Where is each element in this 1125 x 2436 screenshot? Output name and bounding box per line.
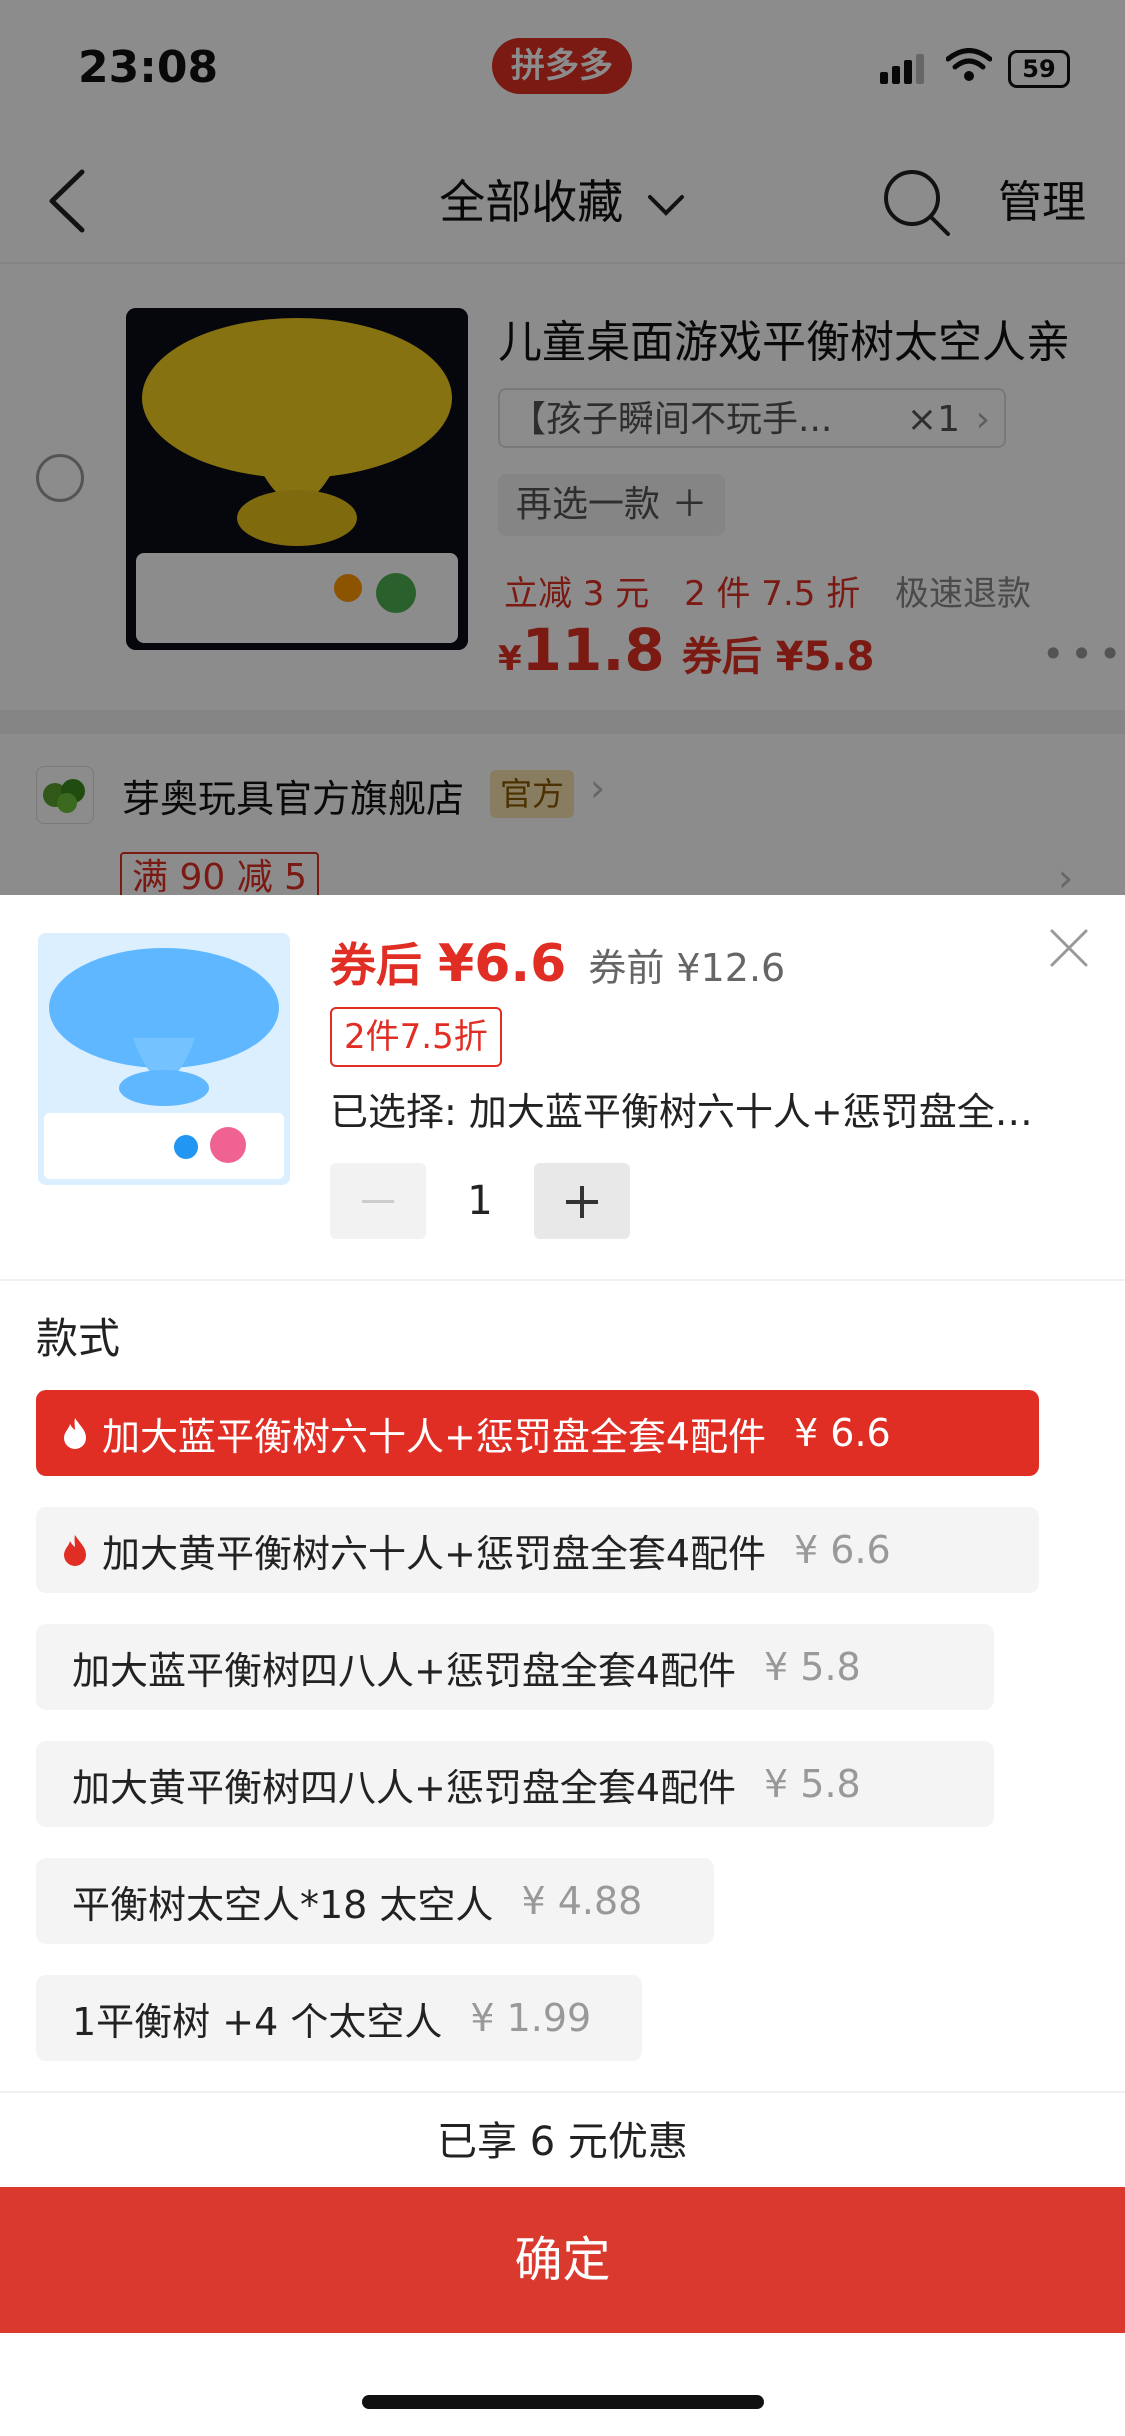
sku-price-row: 券后 ¥6.6 券前 ¥12.6	[330, 929, 785, 995]
sku-option-price: ¥ 6.6	[794, 1411, 891, 1455]
sku-option-label: 加大蓝平衡树四八人+惩罚盘全套4配件	[72, 1648, 737, 1693]
sku-option-0[interactable]: 加大蓝平衡树六十人+惩罚盘全套4配件 ¥ 6.6	[36, 1390, 1039, 1476]
sku-selected-text: 已选择: 加大蓝平衡树六十人+惩罚盘全套4配件	[330, 1090, 1070, 1134]
confirm-button[interactable]: 确定	[0, 2187, 1125, 2333]
fire-icon	[64, 1418, 86, 1449]
sku-option-price: ¥ 6.6	[794, 1528, 891, 1572]
sku-option-3[interactable]: 加大黄平衡树四八人+惩罚盘全套4配件 ¥ 5.8	[36, 1741, 994, 1827]
home-indicator[interactable]	[362, 2395, 764, 2409]
sku-option-4[interactable]: 平衡树太空人*18 太空人 ¥ 4.88	[36, 1858, 714, 1944]
sku-option-1[interactable]: 加大黄平衡树六十人+惩罚盘全套4配件 ¥ 6.6	[36, 1507, 1039, 1593]
sheet-divider	[0, 1279, 1125, 1281]
sku-price-label: 券后	[330, 938, 439, 992]
style-section-title: 款式	[36, 1314, 121, 1363]
promo-text: 已享 6 元优惠	[437, 2119, 688, 2165]
sheet-divider	[0, 2091, 1125, 2093]
sku-option-price: ¥ 5.8	[764, 1762, 861, 1806]
dim-overlay[interactable]	[0, 0, 1125, 895]
close-icon[interactable]	[1046, 925, 1092, 971]
quantity-plus-button[interactable]	[534, 1163, 630, 1239]
blue-balance-tree-icon	[38, 933, 290, 1185]
sku-option-label: 平衡树太空人*18 太空人	[72, 1882, 494, 1927]
sku-option-label: 1平衡树 +4 个太空人	[72, 1999, 443, 2044]
sku-discount-tag: 2件7.5折	[330, 1007, 502, 1067]
sku-option-5[interactable]: 1平衡树 +4 个太空人 ¥ 1.99	[36, 1975, 642, 2061]
fire-icon	[64, 1535, 86, 1566]
sku-option-2[interactable]: 加大蓝平衡树四八人+惩罚盘全套4配件 ¥ 5.8	[36, 1624, 994, 1710]
quantity-value[interactable]: 1	[440, 1163, 520, 1239]
quantity-minus-button[interactable]	[330, 1163, 426, 1239]
sku-image[interactable]	[38, 933, 290, 1185]
sku-price: ¥6.6	[438, 934, 567, 994]
sku-option-label: 加大黄平衡树六十人+惩罚盘全套4配件	[102, 1531, 767, 1576]
sku-original-price: 券前 ¥12.6	[588, 946, 786, 990]
sku-sheet: 券后 ¥6.6 券前 ¥12.6 2件7.5折 已选择: 加大蓝平衡树六十人+惩罚…	[0, 895, 1125, 2436]
sku-option-price: ¥ 4.88	[521, 1879, 643, 1923]
sku-option-price: ¥ 1.99	[470, 1996, 592, 2040]
sku-option-price: ¥ 5.8	[764, 1645, 861, 1689]
sku-option-label: 加大黄平衡树四八人+惩罚盘全套4配件	[72, 1765, 737, 1810]
sku-option-label: 加大蓝平衡树六十人+惩罚盘全套4配件	[102, 1414, 767, 1459]
